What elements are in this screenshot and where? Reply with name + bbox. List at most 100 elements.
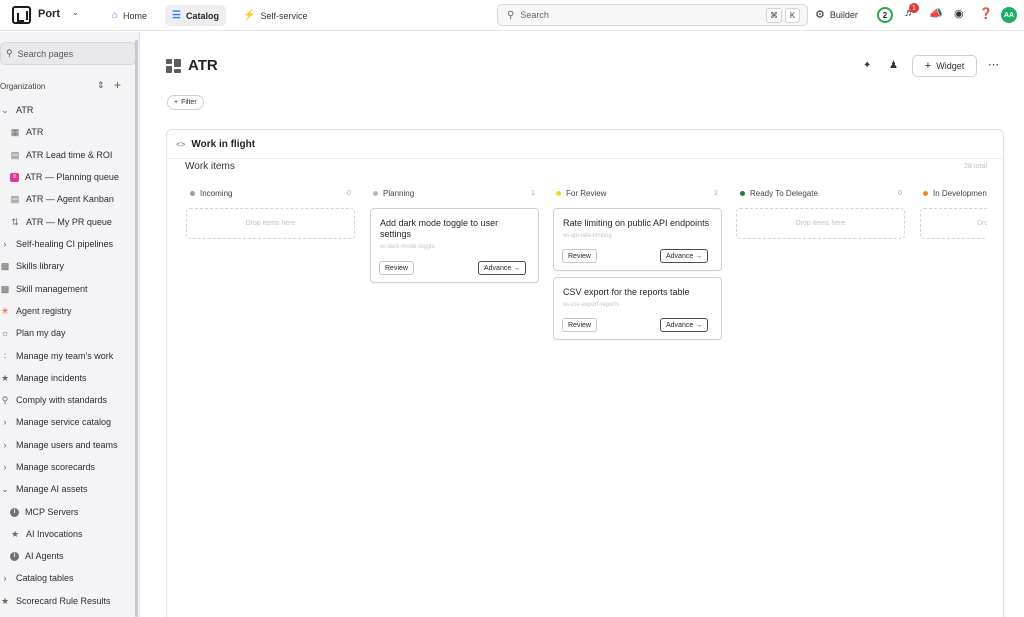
column-name: Planning (383, 189, 415, 198)
sidebar-item-agent-registry[interactable]: ✳ Agent registry (0, 301, 136, 321)
sidebar-item-atr-planning-queue[interactable]: ≡ ATR — Planning queue (0, 167, 136, 187)
card-csv-export-reports[interactable]: CSV export for the reports table wi-csv-… (553, 277, 722, 340)
sidebar-item-catalog-tables[interactable]: › Catalog tables (0, 568, 136, 588)
expand-collapse-icon[interactable]: ⇕ (97, 80, 105, 91)
notification-badge: 1 (909, 3, 919, 13)
shortcut-cmd-key: ⌘ (766, 8, 782, 23)
advance-button[interactable]: Advance → (478, 261, 527, 275)
nav-home[interactable]: ⌂ Home (105, 5, 154, 26)
card-dark-mode-toggle[interactable]: Add dark mode toggle to user settings wi… (370, 208, 539, 283)
column-count: 0 (347, 190, 351, 197)
plus-icon: + (924, 60, 932, 72)
port-logo-icon[interactable] (12, 6, 31, 24)
eye-icon[interactable]: ◉ (954, 7, 964, 20)
sidebar-item-label: Catalog tables (16, 573, 74, 583)
org-label: Organization (0, 82, 46, 91)
sidebar-search-input[interactable]: ⚲ Search pages (0, 42, 136, 65)
sidebar-item-ai-invocations[interactable]: ★ AI Invocations (0, 524, 136, 544)
sidebar-item-manage-scorecards[interactable]: › Manage scorecards (0, 457, 136, 477)
add-widget-button[interactable]: + Widget (912, 55, 977, 77)
sidebar-item-label: Comply with standards (16, 395, 108, 405)
info-icon: i (10, 551, 19, 561)
global-search-input[interactable]: ⚲ Search ⌘ K (497, 4, 808, 26)
column-header-ready-to-delegate: Ready To Delegate (740, 189, 818, 198)
chevron-down-icon[interactable]: ⌄ (72, 8, 79, 17)
org-name[interactable]: Port (38, 8, 60, 20)
sidebar-item-manage-ai-assets[interactable]: ⌄ Manage AI assets (0, 479, 136, 499)
chevron-down-icon: ⌄ (1, 104, 9, 115)
status-dot-icon (373, 191, 378, 196)
sidebar-item-atr-dashboard[interactable]: ▦ ATR (0, 122, 136, 142)
sidebar-item-self-healing-ci[interactable]: › Self-healing CI pipelines (0, 234, 136, 254)
review-button[interactable]: Review (562, 249, 597, 263)
sidebar-item-mcp-servers[interactable]: i MCP Servers (0, 502, 136, 522)
card-identifier: wi-api-rate-limiting (563, 233, 612, 239)
sidebar-item-manage-users-teams[interactable]: › Manage users and teams (0, 435, 136, 455)
table-icon: ▤ (10, 149, 20, 160)
sidebar-item-label: Self-healing CI pipelines (16, 239, 114, 249)
card-identifier: wi-csv-export-reports (563, 302, 620, 308)
sidebar-item-atr-folder[interactable]: ⌄ ATR (0, 100, 136, 120)
add-icon[interactable]: + (114, 78, 121, 92)
review-button[interactable]: Review (562, 318, 597, 332)
star-icon: ★ (10, 528, 20, 539)
onboarding-progress[interactable]: 2 (877, 7, 893, 23)
advance-button[interactable]: Advance → (660, 249, 709, 263)
column-header-for-review: For Review (556, 189, 606, 198)
nav-self-service[interactable]: ⚡ Self-service (236, 5, 314, 26)
ai-sparkle-icon[interactable]: ✦ (863, 60, 871, 71)
megaphone-icon[interactable]: 📣 (929, 7, 943, 20)
dashboard-icon: ▦ (10, 126, 20, 137)
column-header-incoming: Incoming (190, 189, 232, 198)
sidebar-item-atr-pr-queue[interactable]: ⇅ ATR — My PR queue (0, 212, 136, 232)
sidebar-item-atr-lead-time[interactable]: ▤ ATR Lead time & ROI (0, 145, 136, 165)
alert-icon: ★ (0, 595, 10, 606)
help-icon[interactable]: ❓ (979, 7, 993, 20)
pink-entity-icon: ≡ (10, 172, 19, 182)
builder-button[interactable]: ⚙ Builder (815, 8, 858, 21)
table-icon: ▤ (10, 193, 20, 204)
widget-header: <> Work in flight (167, 130, 1003, 159)
more-icon[interactable]: ⋯ (988, 58, 999, 71)
dashboard-icon (166, 59, 181, 73)
sidebar-item-skills-library[interactable]: ▩ Skills library (0, 256, 136, 276)
search-placeholder: Search (520, 10, 549, 20)
sidebar-item-label: Manage AI assets (16, 484, 88, 494)
sidebar-scrollbar[interactable] (135, 40, 138, 617)
filter-button[interactable]: + Filter (167, 95, 204, 110)
list-icon: ☰ (172, 10, 181, 21)
sidebar-item-atr-agent-kanban[interactable]: ▤ ATR — Agent Kanban (0, 189, 136, 209)
sidebar-item-manage-incidents[interactable]: ★ Manage incidents (0, 368, 136, 388)
sidebar-item-label: Manage my team's work (16, 351, 114, 361)
sidebar-item-label: AI Agents (25, 551, 64, 561)
sidebar-item-label: Skills library (16, 261, 65, 271)
drop-zone-incoming[interactable]: Drop items here (186, 208, 355, 239)
sidebar-item-manage-service-catalog[interactable]: › Manage service catalog (0, 412, 136, 432)
sidebar-item-manage-team-work[interactable]: ∶ Manage my team's work (0, 346, 136, 366)
column-name: In Development (933, 189, 987, 198)
sidebar-item-comply-standards[interactable]: ⚲ Comply with standards (0, 390, 136, 410)
sidebar-item-label: Scorecard Rule Results (16, 596, 111, 606)
sidebar-item-skill-management[interactable]: ▩ Skill management (0, 279, 136, 299)
drop-zone-ready-to-delegate[interactable]: Drop items here (736, 208, 905, 239)
bolt-icon: ⚡ (243, 10, 256, 21)
drop-zone-in-development[interactable]: Drop items here (920, 208, 987, 239)
review-button[interactable]: Review (379, 261, 414, 275)
sidebar-item-plan-my-day[interactable]: ☼ Plan my day (0, 323, 136, 343)
card-api-rate-limiting[interactable]: Rate limiting on public API endpoints wi… (553, 208, 722, 271)
sidebar-item-ai-agents[interactable]: i AI Agents (0, 546, 136, 566)
sun-icon: ☼ (0, 328, 10, 338)
users-icon[interactable]: ♟ (889, 60, 898, 71)
sidebar-item-scorecard-rule-results[interactable]: ★ Scorecard Rule Results (0, 591, 136, 611)
book-icon: ▩ (0, 283, 10, 294)
chevron-right-icon: › (3, 462, 7, 472)
column-name: Incoming (200, 189, 233, 198)
kanban-board[interactable]: Incoming 0 Drop items here Planning 1 Ad… (167, 160, 987, 617)
sidebar: ⚲ Search pages Organization ⇕ + ⌄ ATR ▦ AT… (0, 32, 140, 617)
sidebar-item-label: AI Invocations (26, 529, 83, 539)
chevron-down-icon: ⌄ (1, 483, 9, 494)
column-count: 2 (714, 190, 718, 197)
advance-button[interactable]: Advance → (660, 318, 709, 332)
nav-catalog[interactable]: ☰ Catalog (165, 5, 226, 26)
user-avatar[interactable]: AA (1001, 7, 1017, 23)
